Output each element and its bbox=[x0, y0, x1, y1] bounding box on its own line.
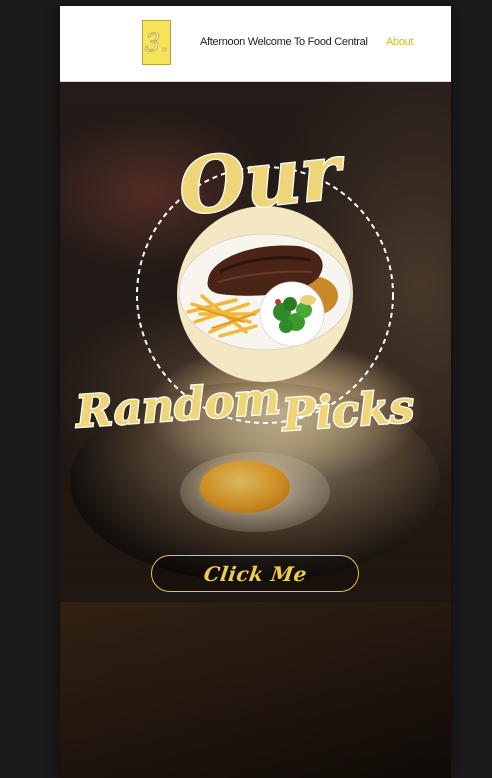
site-header: 3. Afternoon Welcome To Food Central Abo… bbox=[60, 6, 451, 82]
steak-fries-salad-plate-icon bbox=[178, 233, 352, 351]
nav-link-about[interactable]: About bbox=[386, 36, 414, 48]
logo-text: 3. bbox=[145, 29, 168, 57]
badge-word-random: Random bbox=[72, 373, 282, 438]
badge-word-our: Our bbox=[175, 126, 350, 232]
greeting-text: Afternoon Welcome To Food Central bbox=[200, 36, 368, 48]
logo-icon[interactable]: 3. bbox=[142, 20, 171, 65]
click-me-button-label: Click Me bbox=[201, 561, 309, 586]
page-frame: 3. Afternoon Welcome To Food Central Abo… bbox=[60, 6, 451, 778]
click-me-button[interactable]: Click Me bbox=[151, 555, 359, 592]
badge-word-picks: Picks bbox=[279, 381, 416, 441]
hero-section: Our Random Picks Click Me bbox=[60, 82, 451, 778]
our-random-picks-badge: Our Random Picks bbox=[71, 125, 417, 443]
